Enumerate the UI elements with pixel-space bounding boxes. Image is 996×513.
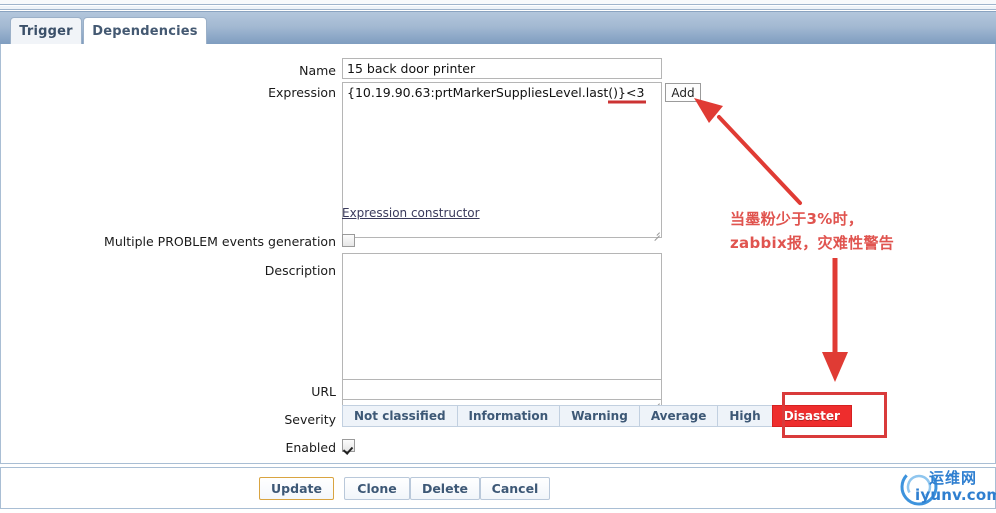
enabled-label: Enabled xyxy=(285,440,336,455)
disaster-highlight-box xyxy=(782,392,887,438)
multiple-problem-events-checkbox[interactable] xyxy=(342,234,355,247)
severity-option-average[interactable]: Average xyxy=(638,405,718,427)
severity-option-information[interactable]: Information xyxy=(456,405,560,427)
severity-option-not-classified[interactable]: Not classified xyxy=(342,405,457,427)
form-footer: Update Clone Delete Cancel xyxy=(0,467,996,509)
multiple-problem-events-label: Multiple PROBLEM events generation xyxy=(104,234,336,249)
delete-button[interactable]: Delete xyxy=(410,477,480,500)
enabled-checkbox[interactable] xyxy=(342,439,355,452)
browser-chrome-strip-second xyxy=(0,6,996,10)
tab-trigger[interactable]: Trigger xyxy=(10,17,82,45)
zabbix-trigger-config-screen: Trigger Dependencies Name Expression {10… xyxy=(0,0,996,513)
url-label: URL xyxy=(311,384,336,399)
severity-option-warning[interactable]: Warning xyxy=(559,405,639,427)
severity-option-high[interactable]: High xyxy=(717,405,772,427)
browser-chrome-strip-top xyxy=(0,0,996,5)
severity-label: Severity xyxy=(284,412,336,427)
annotation-text-line1: 当墨粉少于3%时， xyxy=(730,210,864,228)
description-label: Description xyxy=(264,263,336,278)
severity-button-group: Not classified Information Warning Average H… xyxy=(342,405,852,427)
cancel-button[interactable]: Cancel xyxy=(480,477,550,500)
tab-dependencies[interactable]: Dependencies xyxy=(83,17,207,45)
url-input[interactable] xyxy=(342,379,662,400)
expression-constructor-link[interactable]: Expression constructor xyxy=(342,206,480,220)
update-button[interactable]: Update xyxy=(259,477,334,500)
watermark-text-domain: iyunv.com xyxy=(915,486,996,504)
add-button[interactable]: Add xyxy=(665,83,701,102)
tab-trigger-label: Trigger xyxy=(19,24,73,39)
watermark: 运维网 iyunv.com xyxy=(893,466,996,511)
expression-label: Expression xyxy=(268,85,336,100)
annotation-text-line2: zabbix报，灾难性警告 xyxy=(730,234,895,252)
clone-button[interactable]: Clone xyxy=(344,477,410,500)
watermark-text-cn: 运维网 xyxy=(929,469,978,487)
tab-dependencies-label: Dependencies xyxy=(92,24,198,39)
tab-bar: Trigger Dependencies xyxy=(0,11,996,45)
name-input[interactable] xyxy=(342,58,662,79)
name-label: Name xyxy=(299,63,336,78)
